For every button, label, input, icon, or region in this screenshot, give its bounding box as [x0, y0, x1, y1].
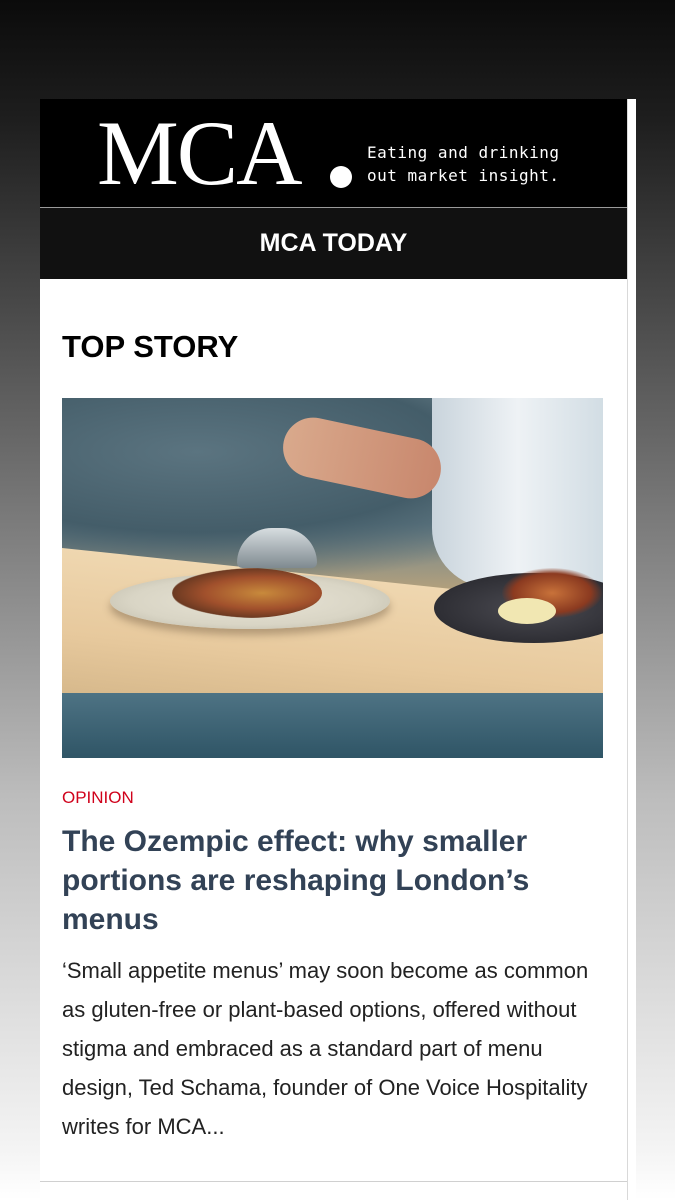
article-category[interactable]: OPINION — [62, 788, 134, 808]
masthead[interactable]: MCA Eating and drinking out market insig… — [40, 99, 627, 207]
masthead-tagline: Eating and drinking out market insight. — [367, 143, 560, 185]
mca-today-banner[interactable]: MCA TODAY — [40, 208, 627, 279]
top-story-image[interactable] — [62, 398, 603, 758]
lemon-garnish — [498, 598, 556, 624]
dish-left — [172, 568, 322, 618]
article-summary: ‘Small appetite menus’ may soon become a… — [62, 958, 589, 1139]
logo-dot-icon — [330, 166, 352, 188]
content-divider — [40, 1181, 636, 1182]
section-heading: TOP STORY — [62, 329, 239, 364]
mca-logo[interactable]: MCA — [97, 103, 303, 203]
chef-figure — [432, 398, 603, 588]
counter-edge — [62, 693, 603, 758]
card-scroll-edge — [627, 99, 636, 1200]
newsletter-card: MCA Eating and drinking out market insig… — [40, 99, 636, 1200]
article-headline[interactable]: The Ozempic effect: why smaller portions… — [62, 822, 602, 939]
